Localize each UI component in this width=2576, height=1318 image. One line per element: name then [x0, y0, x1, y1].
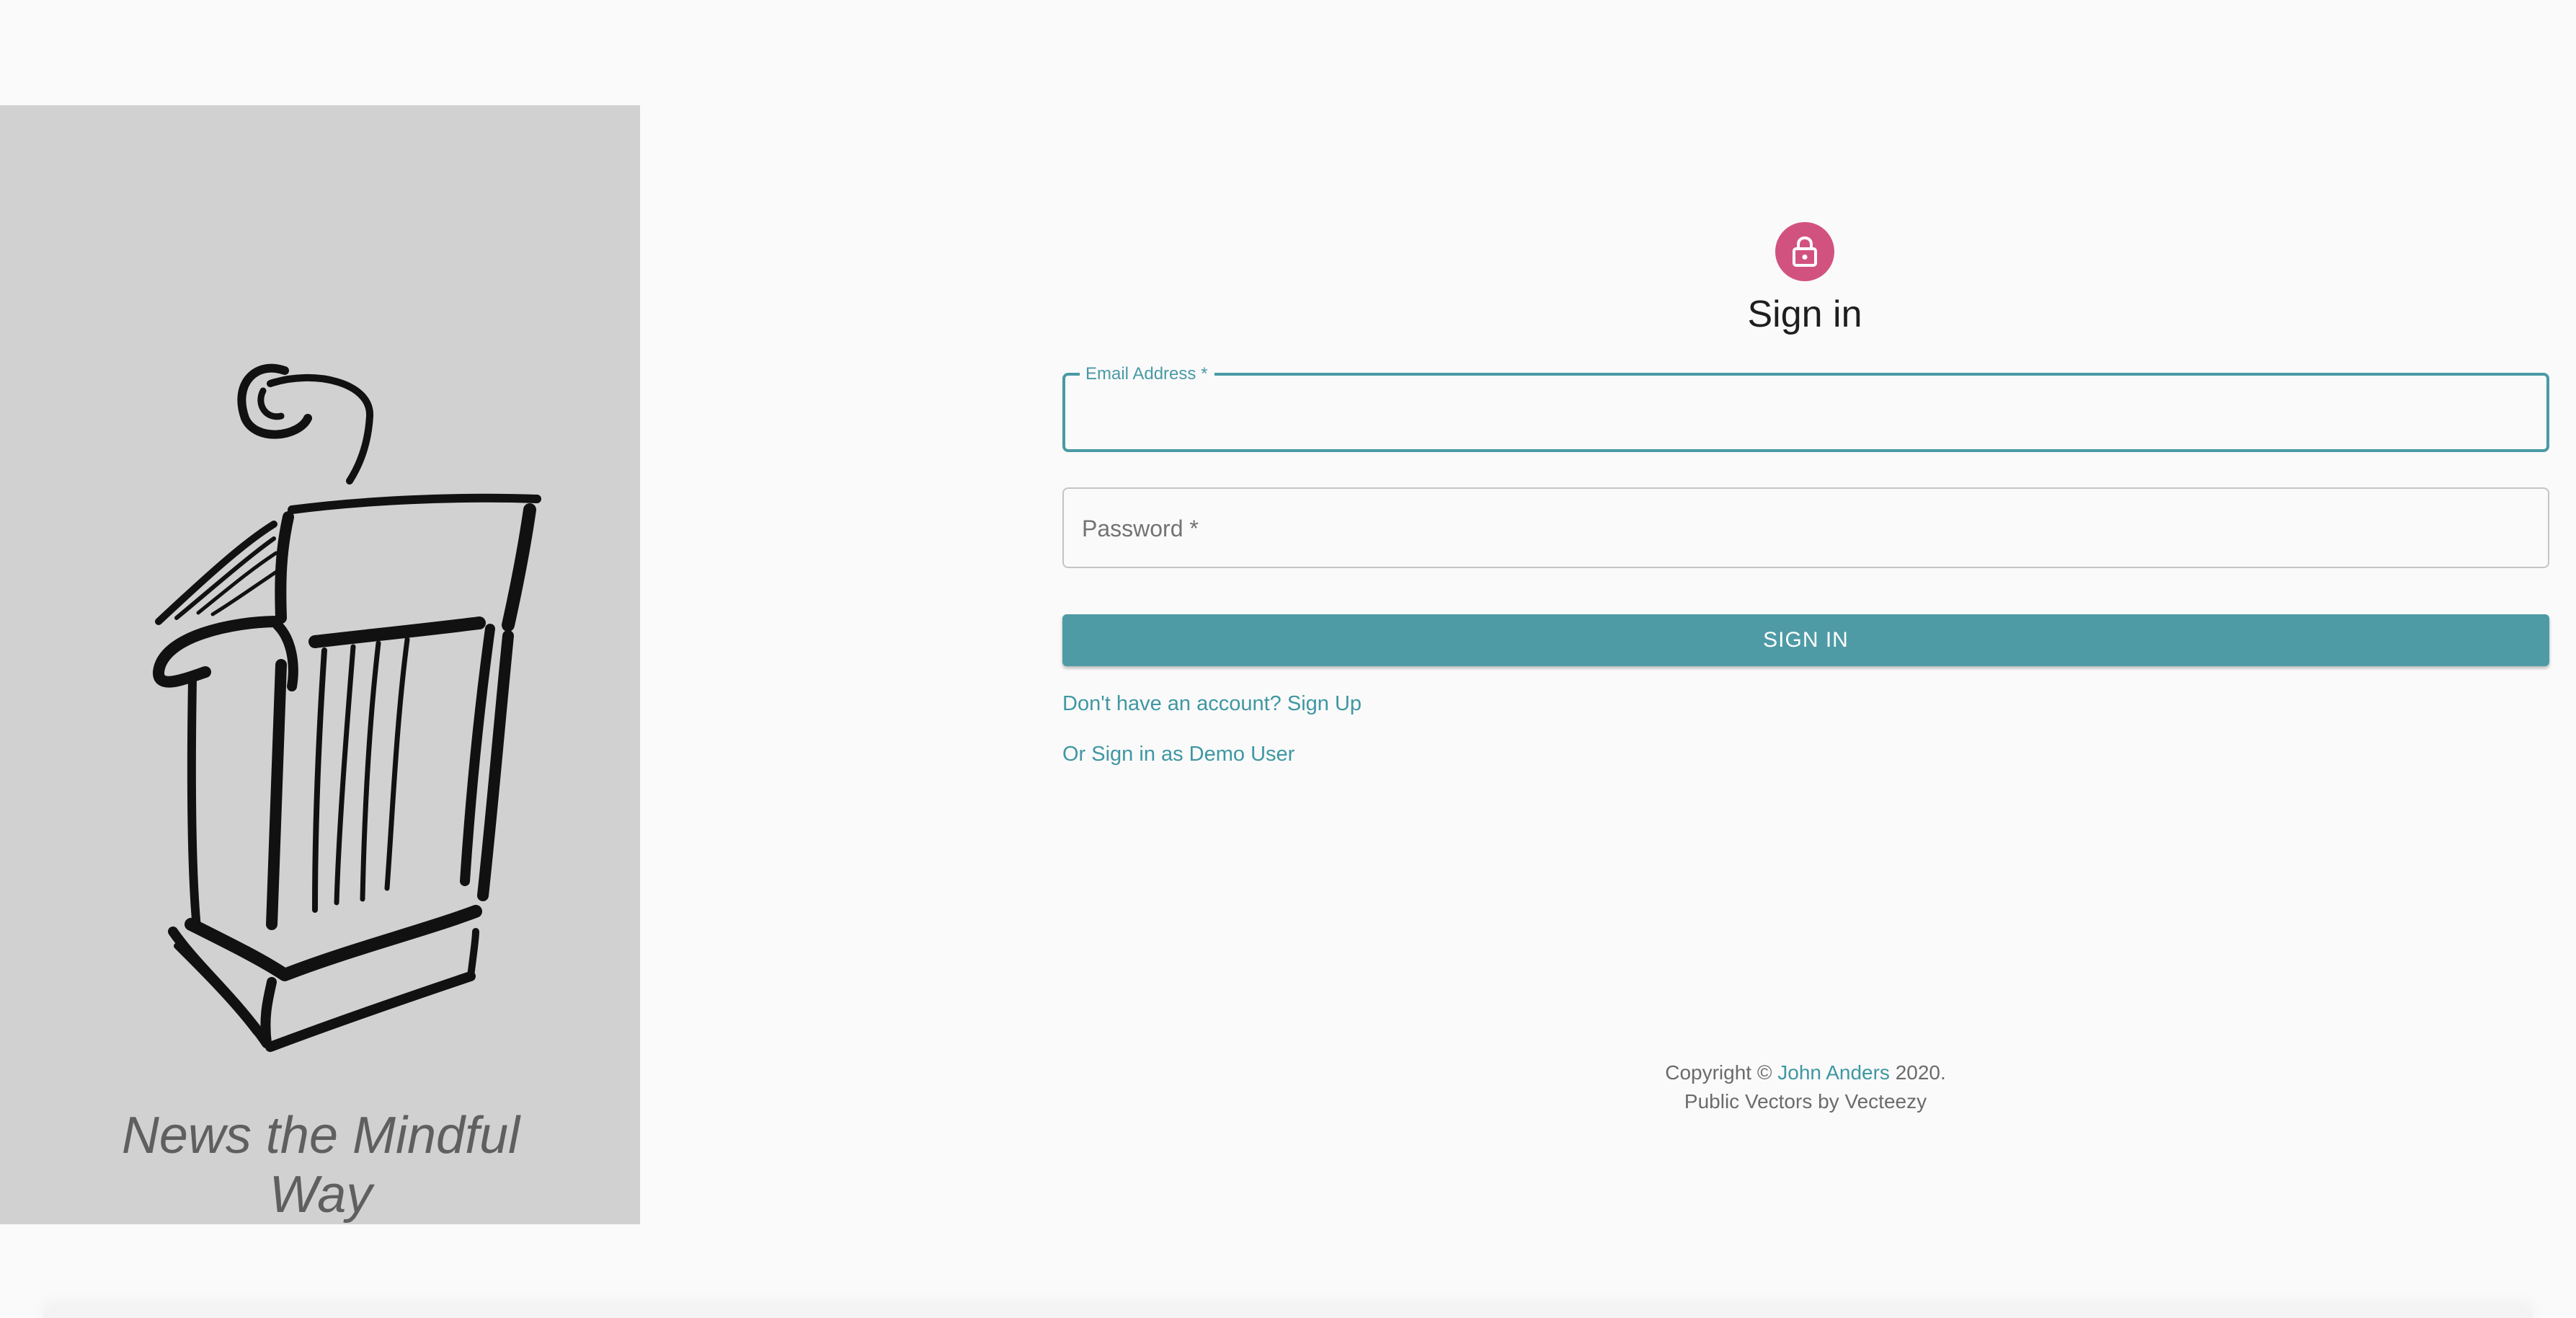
password-field[interactable]: Password *	[1062, 487, 2549, 568]
lock-icon	[1793, 236, 1817, 267]
page-title: Sign in	[1747, 293, 1862, 335]
email-field[interactable]: Email Address *	[1062, 364, 2549, 452]
copyright-prefix: Copyright ©	[1665, 1061, 1772, 1084]
branding-panel: News the Mindful Way	[0, 105, 640, 1224]
password-input[interactable]	[1064, 489, 2548, 567]
credits-text: Public Vectors by Vecteezy	[1684, 1090, 1927, 1113]
footer: Copyright © John Anders 2020. Public Vec…	[1550, 1058, 2061, 1116]
podium-icon	[153, 363, 541, 1052]
copyright-year: 2020.	[1895, 1061, 1946, 1084]
sign-in-button[interactable]: SIGN IN	[1062, 614, 2549, 666]
demo-user-link[interactable]: Or Sign in as Demo User	[1062, 741, 1294, 767]
bottom-edge-shadow	[43, 1311, 2533, 1318]
author-link[interactable]: John Anders	[1777, 1061, 1890, 1084]
copyright-line: Copyright © John Anders 2020.	[1550, 1058, 2061, 1087]
sign-in-page: News the Mindful Way Sign in Email Addre…	[0, 0, 2576, 1318]
email-input[interactable]	[1065, 376, 2546, 449]
lock-avatar	[1775, 222, 1834, 281]
tagline: News the Mindful Way	[121, 1107, 520, 1224]
sign-up-link[interactable]: Don't have an account? Sign Up	[1062, 691, 1362, 717]
